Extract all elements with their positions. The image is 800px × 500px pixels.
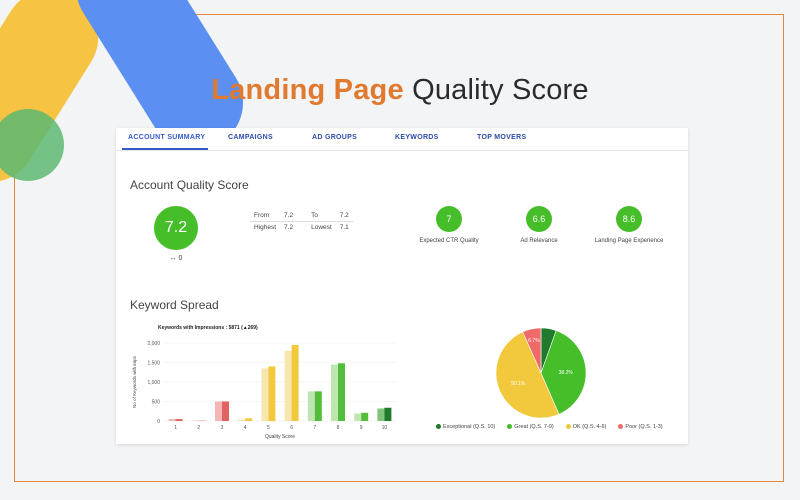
- headline-rest: Quality Score: [412, 74, 589, 106]
- legend-swatch: [618, 424, 624, 430]
- bar-qs-5-series-2: [268, 366, 276, 421]
- bar-qs-10-series-1: [377, 408, 385, 421]
- bar-qs-8-series-1: [331, 364, 338, 421]
- tab-ad-groups[interactable]: AD GROUPS: [312, 134, 357, 141]
- x-tick-label: 1: [174, 425, 177, 431]
- ctr-quality-label: Expected CTR Quality: [419, 238, 479, 244]
- y-tick-label: 500: [152, 400, 161, 406]
- bar-qs-1-series-2: [175, 419, 183, 421]
- legend-swatch: [565, 424, 571, 430]
- y-tick-label: 2,000: [147, 341, 160, 347]
- bar-qs-3-series-2: [222, 401, 229, 421]
- tab-bar: ACCOUNT SUMMARY CAMPAIGNS AD GROUPS KEYW…: [116, 128, 688, 151]
- dashboard-panel: ACCOUNT SUMMARY CAMPAIGNS AD GROUPS KEYW…: [116, 128, 688, 444]
- lowest-label: Lowest: [311, 224, 332, 231]
- to-value: 7.2: [335, 210, 353, 222]
- account-score-circle: 7.2: [154, 206, 198, 250]
- ad-relevance-value: 6.6: [532, 214, 546, 224]
- x-tick-label: 6: [290, 425, 293, 431]
- keyword-spread-pie-chart: 38.2% 50.1% 6.7%: [495, 327, 587, 419]
- legend-swatch: [436, 424, 441, 430]
- page-headline: Landing Page Quality Score: [0, 74, 800, 107]
- legend-swatch: [507, 424, 513, 430]
- active-tab-underline: [122, 148, 208, 150]
- bar-qs-6-series-2: [291, 344, 299, 421]
- score-change: ↔ 0: [169, 255, 183, 262]
- x-tick-label: 5: [267, 425, 270, 431]
- highest-label: Highest: [254, 224, 277, 231]
- headline-accent: Landing Page: [211, 74, 404, 106]
- bar-qs-5-series-1: [261, 368, 269, 421]
- tab-keywords[interactable]: KEYWORDS: [395, 134, 439, 141]
- pie-data-label: 50.1%: [511, 381, 526, 387]
- tab-campaigns[interactable]: CAMPAIGNS: [228, 134, 273, 141]
- legend-label: Great (Q.S. 7-9): [514, 424, 554, 430]
- x-tick-label: 7: [313, 425, 316, 431]
- bar-qs-7-series-2: [314, 391, 322, 421]
- y-tick-label: 1,500: [147, 361, 160, 367]
- ctr-quality-value: 7: [446, 214, 452, 224]
- legend-label: Poor (Q.S. 1-3): [625, 424, 663, 430]
- account-quality-title: Account Quality Score: [130, 178, 249, 192]
- x-tick-label: 8: [337, 425, 340, 431]
- x-tick-label: 4: [244, 425, 247, 431]
- x-tick-label: 9: [360, 425, 363, 431]
- x-tick-label: 10: [382, 425, 388, 431]
- ctr-quality-circle: 7: [436, 206, 462, 232]
- legend-item: Great (Q.S. 7-9): [507, 424, 554, 430]
- ad-relevance-label: Ad Relevance: [520, 238, 558, 244]
- legend-item: Poor (Q.S. 1-3): [618, 424, 663, 430]
- ad-relevance-circle: 6.6: [526, 206, 552, 232]
- bar-qs-8-series-2: [338, 363, 345, 421]
- pie-data-label: 6.7%: [528, 338, 540, 344]
- bar-qs-3-series-1: [215, 401, 222, 421]
- landing-page-circle: 8.6: [616, 206, 642, 232]
- x-tick-label: 2: [197, 425, 200, 431]
- bar-qs-10-series-2: [384, 407, 392, 421]
- tab-top-movers[interactable]: TOP MOVERS: [477, 134, 526, 141]
- to-label: To: [297, 210, 336, 222]
- legend-item: OK (Q.S. 4-6): [565, 424, 607, 430]
- tab-account-summary[interactable]: ACCOUNT SUMMARY: [128, 134, 205, 141]
- bar-qs-9-series-1: [354, 413, 362, 421]
- bar-chart-title: Keywords with Impressions : 5871 (▲269): [158, 325, 258, 331]
- highest-value: 7.2: [284, 224, 294, 231]
- x-axis-label: Quality Score: [265, 434, 295, 440]
- legend-label: OK (Q.S. 4-6): [572, 424, 607, 430]
- pie-data-label: 38.2%: [559, 370, 574, 376]
- landing-page-label: Landing Page Experience: [594, 238, 664, 244]
- from-label: From: [250, 210, 281, 222]
- bar-qs-4-series-2: [245, 418, 253, 421]
- bar-qs-7-series-1: [307, 391, 315, 421]
- bar-qs-6-series-1: [284, 350, 292, 421]
- legend-item: Exceptional (Q.S. 10): [436, 424, 495, 430]
- legend-label: Exceptional (Q.S. 10): [443, 424, 496, 430]
- account-score-value: 7.2: [164, 219, 188, 236]
- bar-qs-9-series-2: [361, 412, 369, 421]
- keyword-spread-title: Keyword Spread: [130, 298, 219, 312]
- landing-page-value: 8.6: [622, 214, 636, 224]
- lowest-value: 7.1: [339, 224, 349, 231]
- y-axis-label: No of Keywords with imps: [132, 355, 137, 408]
- score-stats-table: From 7.2 To 7.2 Highest 7.2 Lowest 7.1: [250, 210, 353, 233]
- bar-qs-1-series-1: [168, 419, 176, 421]
- pie-legend: Exceptional (Q.S. 10) Great (Q.S. 7-9) OK …: [436, 424, 675, 430]
- y-tick-label: 1,000: [147, 380, 160, 386]
- keyword-spread-bar-chart: 0 500 1,000 1,500 2,000 No of Keywords with i…: [132, 341, 396, 440]
- x-tick-label: 3: [221, 425, 224, 431]
- y-tick-label: 0: [157, 419, 160, 425]
- from-value: 7.2: [280, 210, 298, 222]
- bar-qs-4-series-1: [238, 419, 246, 421]
